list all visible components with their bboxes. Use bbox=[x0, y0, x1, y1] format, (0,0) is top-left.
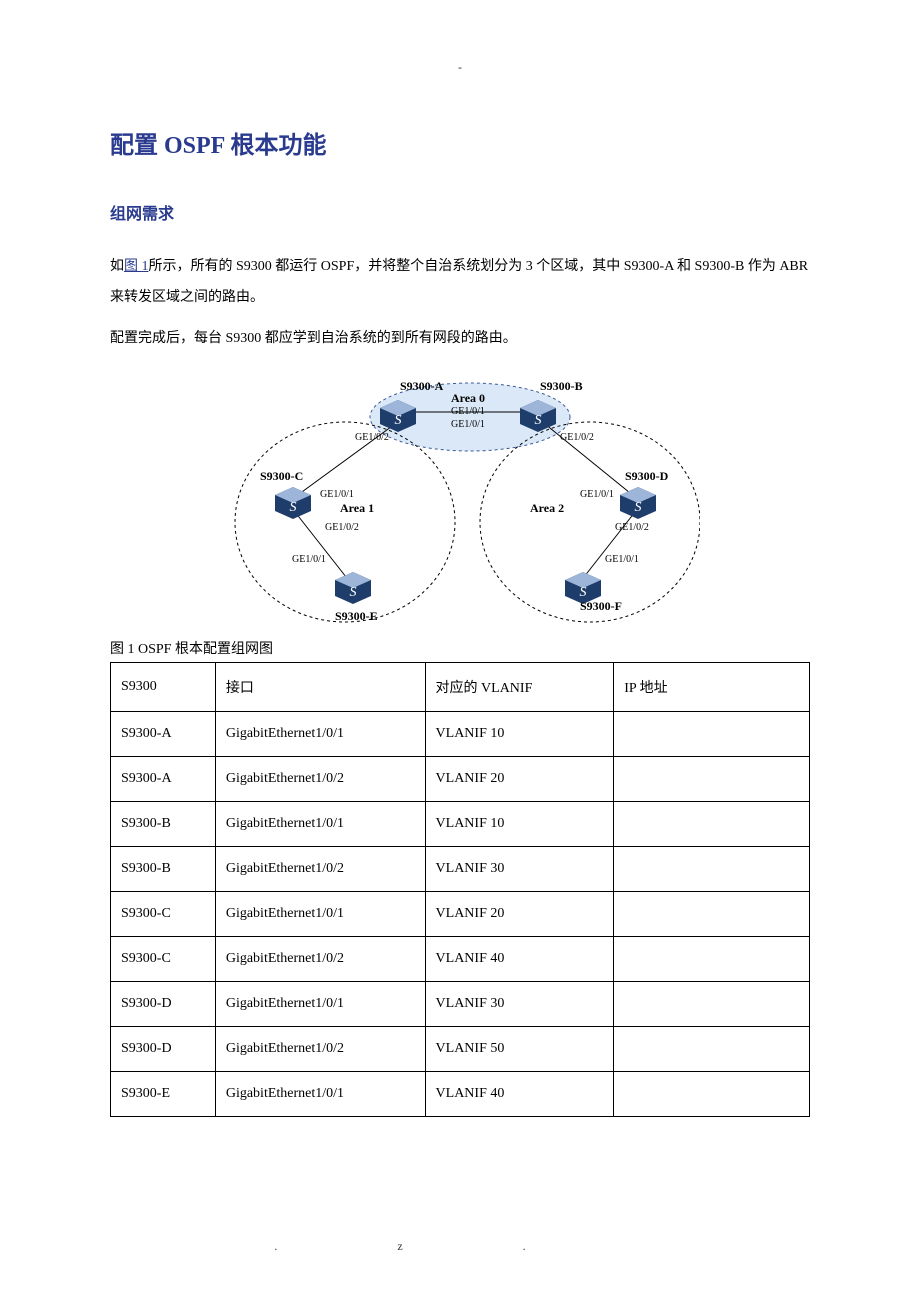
table-cell: S9300-D bbox=[111, 1027, 216, 1072]
table-cell bbox=[614, 847, 810, 892]
table-cell: GigabitEthernet1/0/1 bbox=[215, 712, 425, 757]
svg-text:Area 0: Area 0 bbox=[451, 391, 485, 405]
table-cell: VLANIF 10 bbox=[425, 712, 614, 757]
table-cell: S9300-E bbox=[111, 1072, 216, 1117]
paragraph-2: 配置完成后，每台 S9300 都应学到自治系统的到所有网段的路由。 bbox=[110, 324, 810, 355]
table-row: S9300-BGigabitEthernet1/0/1VLANIF 10 bbox=[111, 802, 810, 847]
table-cell: GigabitEthernet1/0/1 bbox=[215, 802, 425, 847]
table-cell: S9300-A bbox=[111, 757, 216, 802]
figure-caption: 图 1 OSPF 根本配置组网图 bbox=[110, 638, 810, 658]
table-row: S9300-CGigabitEthernet1/0/1VLANIF 20 bbox=[111, 892, 810, 937]
svg-text:GE1/0/2: GE1/0/2 bbox=[355, 432, 389, 443]
svg-text:GE1/0/2: GE1/0/2 bbox=[325, 522, 359, 533]
table-cell: S9300-A bbox=[111, 712, 216, 757]
table-row: S9300-AGigabitEthernet1/0/1VLANIF 10 bbox=[111, 712, 810, 757]
table-cell bbox=[614, 892, 810, 937]
table-cell: VLANIF 30 bbox=[425, 982, 614, 1027]
svg-text:S9300-D: S9300-D bbox=[625, 469, 669, 483]
table-cell: GigabitEthernet1/0/2 bbox=[215, 1027, 425, 1072]
top-dash: - bbox=[110, 60, 810, 75]
para1-text-a: 如 bbox=[110, 259, 124, 274]
interface-table: S9300 接口 对应的 VLANIF IP 地址 S9300-AGigabit… bbox=[110, 662, 810, 1117]
table-cell: GigabitEthernet1/0/1 bbox=[215, 1072, 425, 1117]
section-heading-requirements: 组网需求 bbox=[110, 200, 810, 224]
table-cell: S9300-B bbox=[111, 847, 216, 892]
svg-text:S9300-A: S9300-A bbox=[400, 379, 444, 393]
footer: .z. bbox=[0, 1239, 920, 1254]
table-cell bbox=[614, 1027, 810, 1072]
table-cell bbox=[614, 1072, 810, 1117]
table-cell: VLANIF 40 bbox=[425, 1072, 614, 1117]
table-cell: GigabitEthernet1/0/2 bbox=[215, 937, 425, 982]
table-row: S9300-CGigabitEthernet1/0/2VLANIF 40 bbox=[111, 937, 810, 982]
table-cell: VLANIF 20 bbox=[425, 757, 614, 802]
table-cell: S9300-D bbox=[111, 982, 216, 1027]
svg-text:GE1/0/2: GE1/0/2 bbox=[560, 432, 594, 443]
table-row: S9300-AGigabitEthernet1/0/2VLANIF 20 bbox=[111, 757, 810, 802]
table-cell bbox=[614, 712, 810, 757]
table-cell bbox=[614, 757, 810, 802]
th-ip: IP 地址 bbox=[614, 663, 810, 712]
table-cell bbox=[614, 982, 810, 1027]
table-cell: VLANIF 40 bbox=[425, 937, 614, 982]
figure1-link[interactable]: 图 1 bbox=[124, 259, 149, 274]
table-cell: VLANIF 30 bbox=[425, 847, 614, 892]
table-row: S9300-EGigabitEthernet1/0/1VLANIF 40 bbox=[111, 1072, 810, 1117]
table-cell bbox=[614, 802, 810, 847]
network-diagram: S S9300-A S9300-B Area 0 GE1/0/1 GE1/0/1… bbox=[220, 372, 700, 632]
svg-text:S9300-F: S9300-F bbox=[580, 599, 622, 613]
page-title: 配置 OSPF 根本功能 bbox=[110, 125, 810, 160]
svg-text:GE1/0/2: GE1/0/2 bbox=[615, 522, 649, 533]
table-row: S9300-DGigabitEthernet1/0/1VLANIF 30 bbox=[111, 982, 810, 1027]
svg-text:GE1/0/1: GE1/0/1 bbox=[451, 419, 485, 430]
svg-text:S9300-B: S9300-B bbox=[540, 379, 583, 393]
th-vlanif: 对应的 VLANIF bbox=[425, 663, 614, 712]
svg-text:Area 1: Area 1 bbox=[340, 501, 374, 515]
table-row: S9300-DGigabitEthernet1/0/2VLANIF 50 bbox=[111, 1027, 810, 1072]
th-interface: 接口 bbox=[215, 663, 425, 712]
table-cell: GigabitEthernet1/0/2 bbox=[215, 757, 425, 802]
svg-text:Area 2: Area 2 bbox=[530, 501, 564, 515]
svg-text:GE1/0/1: GE1/0/1 bbox=[605, 554, 639, 565]
table-row: S9300-BGigabitEthernet1/0/2VLANIF 30 bbox=[111, 847, 810, 892]
table-cell: GigabitEthernet1/0/2 bbox=[215, 847, 425, 892]
svg-text:GE1/0/1: GE1/0/1 bbox=[292, 554, 326, 565]
svg-text:S9300-E: S9300-E bbox=[335, 609, 378, 623]
table-cell: VLANIF 20 bbox=[425, 892, 614, 937]
svg-text:GE1/0/1: GE1/0/1 bbox=[320, 489, 354, 500]
table-cell: GigabitEthernet1/0/1 bbox=[215, 892, 425, 937]
table-cell: S9300-B bbox=[111, 802, 216, 847]
table-cell bbox=[614, 937, 810, 982]
paragraph-1: 如图 1所示，所有的 S9300 都运行 OSPF，并将整个自治系统划分为 3 … bbox=[110, 252, 810, 314]
th-device: S9300 bbox=[111, 663, 216, 712]
table-cell: GigabitEthernet1/0/1 bbox=[215, 982, 425, 1027]
table-cell: VLANIF 10 bbox=[425, 802, 614, 847]
table-cell: S9300-C bbox=[111, 892, 216, 937]
table-cell: S9300-C bbox=[111, 937, 216, 982]
table-cell: VLANIF 50 bbox=[425, 1027, 614, 1072]
svg-text:S9300-C: S9300-C bbox=[260, 469, 303, 483]
svg-text:GE1/0/1: GE1/0/1 bbox=[580, 489, 614, 500]
para1-text-b: 所示，所有的 S9300 都运行 OSPF，并将整个自治系统划分为 3 个区域，… bbox=[110, 259, 808, 305]
table-header-row: S9300 接口 对应的 VLANIF IP 地址 bbox=[111, 663, 810, 712]
svg-text:GE1/0/1: GE1/0/1 bbox=[451, 406, 485, 417]
